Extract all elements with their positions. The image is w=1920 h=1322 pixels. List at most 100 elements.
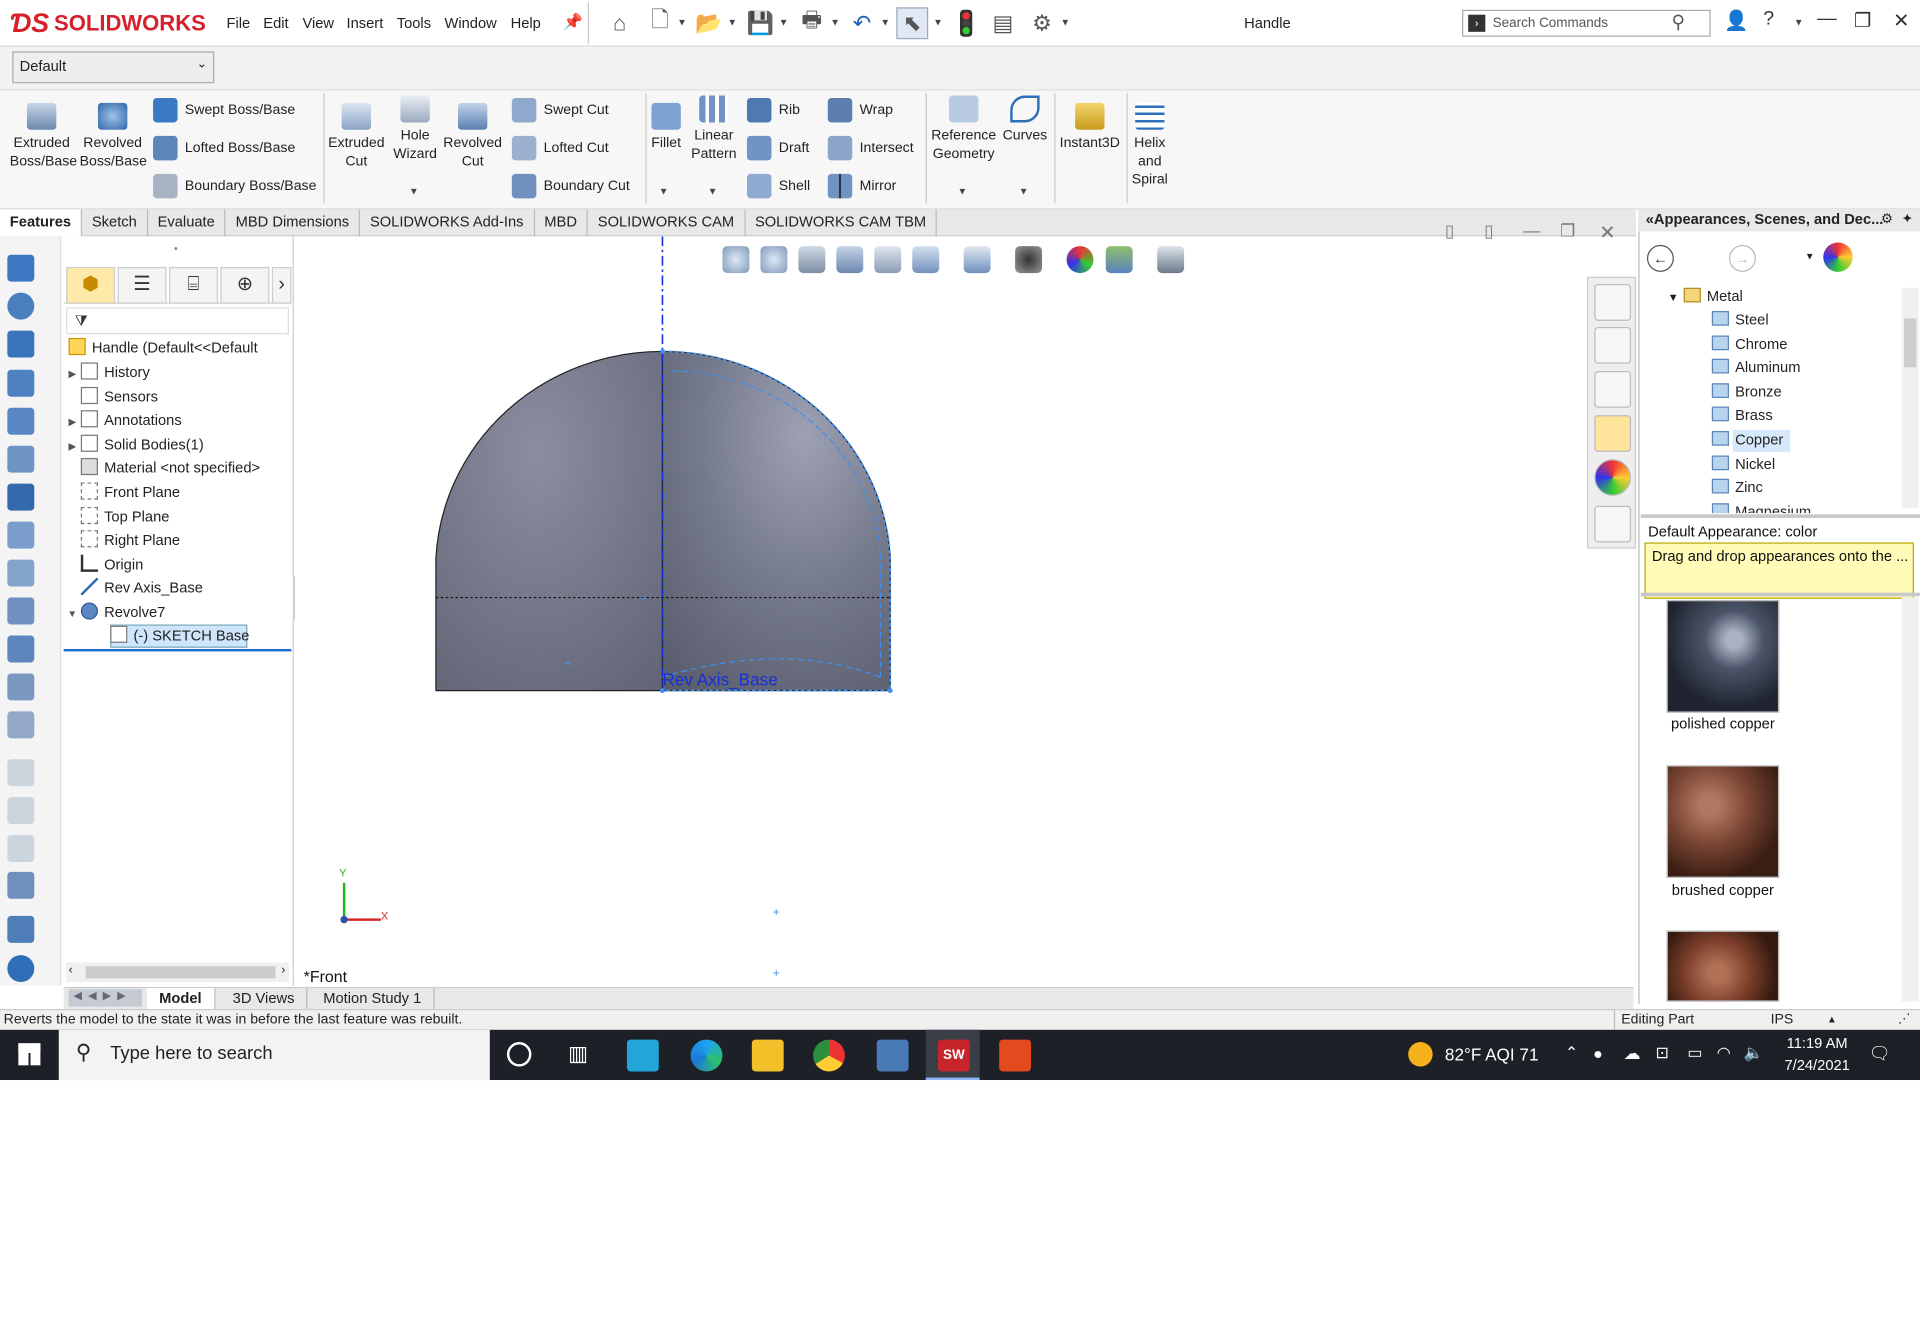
tab-model[interactable]: Model [146,988,216,1009]
save-icon[interactable]: 💾 [744,7,776,39]
chevron-down-icon[interactable]: ▼ [933,17,943,28]
tree-item-rev-axis[interactable]: Rev Axis_Base [64,576,203,600]
tab-3d-views[interactable]: 3D Views [220,988,308,1009]
chevron-down-icon[interactable]: ▼ [1060,17,1070,28]
open-icon[interactable]: 📂 [693,7,725,39]
tree-item-material[interactable]: Material <not specified> [64,456,260,480]
chevron-down-icon[interactable]: ▼ [409,186,419,197]
tree-item-sensors[interactable]: Sensors [64,384,158,408]
chevron-down-icon[interactable]: ▼ [1805,251,1815,262]
notification-icon[interactable]: 🗨 [1869,1043,1891,1064]
minimize-icon[interactable]: — [1523,220,1540,240]
intersect-button[interactable]: Intersect [827,135,914,161]
boundary-cut-button[interactable]: Boundary Cut [511,173,630,199]
menu-help[interactable]: Help [511,15,541,32]
search-input[interactable]: › Search Commands ⚲ [1462,9,1711,37]
view-orientation-icon[interactable] [912,246,940,274]
folder-metal[interactable]: ▼ Metal [1668,285,1743,308]
menu-tools[interactable]: Tools [397,15,431,32]
pane-splitter[interactable] [1640,592,1920,597]
file-explorer-icon[interactable] [751,1039,784,1072]
tab-solidworks-cam-tbm[interactable]: SOLIDWORKS CAM TBM [745,209,938,237]
chevron-up-icon[interactable]: ▲ [1827,1014,1837,1025]
lofted-cut-button[interactable]: Lofted Cut [511,135,609,161]
folder-item-nickel[interactable]: Nickel [1711,453,1775,476]
close-icon[interactable]: ✕ [1599,220,1615,244]
search-icon[interactable]: ⚲ [1671,11,1684,33]
apply-scene-icon[interactable] [1105,246,1133,274]
shell-icon[interactable] [7,673,35,701]
folder-item-zinc[interactable]: Zinc [1711,476,1763,499]
chevron-down-icon[interactable]: ▼ [677,17,687,28]
tree-item-solid-bodies[interactable]: ▶ Solid Bodies(1) [64,432,204,456]
reference-geometry-icon[interactable] [7,871,35,899]
rollback-bar[interactable] [63,648,292,652]
units-select[interactable]: IPS [1771,1013,1794,1028]
tile-left-icon[interactable]: ▯ [1445,220,1454,241]
undo-icon[interactable]: ↶ [846,7,878,39]
swatch-copper-3[interactable] [1666,930,1780,1002]
cortana-icon[interactable] [506,1042,532,1067]
gear-icon[interactable]: ⚙ [1881,211,1893,227]
custom-properties-icon[interactable] [1594,505,1632,543]
chrome-icon[interactable] [813,1039,845,1072]
chevron-down-icon[interactable]: ▼ [779,17,789,28]
view-palette-icon[interactable] [1594,415,1632,452]
hole-wizard-button[interactable]: Hole Wizard [389,95,440,165]
graphics-area[interactable]: + + + + Rev Axis_Base Y X [295,236,1634,986]
curves-button[interactable]: Curves [1002,95,1049,146]
tree-item-annotations[interactable]: ▶ Annotations [64,408,182,432]
dimxpert-tab-icon[interactable]: ⊕ [220,266,270,304]
extruded-boss-button[interactable]: Extruded Boss/Base [10,102,77,172]
zoom-to-area-icon[interactable] [760,246,788,274]
task-view-icon[interactable]: ▥ [568,1042,588,1066]
menu-view[interactable]: View [302,15,334,32]
appearances-icon[interactable] [1594,459,1632,496]
settings-icon[interactable]: ⚙ [1026,7,1058,39]
revolved-boss-button[interactable]: Revolved Boss/Base [80,102,147,172]
tab-sketch[interactable]: Sketch [82,209,148,237]
home-icon[interactable]: ⌂ [604,7,636,39]
tab-motion-study[interactable]: Motion Study 1 [311,988,435,1009]
tree-item-top-plane[interactable]: Top Plane [64,504,169,528]
clock-time[interactable]: 11:19 AM [1780,1035,1853,1052]
swatch-polished-copper[interactable] [1666,600,1780,713]
chevron-down-icon[interactable]: ▼ [727,17,737,28]
folder-item-copper[interactable]: Copper [1711,429,1783,452]
hole-icon[interactable] [7,483,35,511]
folder-item-chrome[interactable]: Chrome [1711,333,1787,356]
teams-icon[interactable] [626,1039,659,1072]
folder-item-magnesium[interactable]: Magnesium [1711,501,1811,514]
hide-show-items-icon[interactable] [1015,246,1043,274]
extrude-icon[interactable] [7,254,35,282]
tabs-scroll-icon[interactable]: › [271,266,292,304]
extruded-cut-button[interactable]: Extruded Cut [328,102,385,172]
appearance-library-icon[interactable] [1823,242,1853,272]
revolved-cut-button[interactable]: Revolved Cut [443,102,502,172]
swatch-brushed-copper[interactable] [1666,765,1780,878]
tab-evaluate[interactable]: Evaluate [148,209,226,237]
tab-mbd-dimensions[interactable]: MBD Dimensions [226,209,361,237]
volume-icon[interactable]: 🔈 [1744,1043,1764,1063]
weather-text[interactable]: 82°F AQI 71 [1445,1044,1539,1064]
tree-item-revolve7[interactable]: ▼ Revolve7 [64,600,165,624]
clock-date[interactable]: 7/24/2021 [1776,1057,1859,1074]
display-style-icon[interactable] [963,246,991,274]
previous-view-icon[interactable] [798,246,826,274]
mirror-button[interactable]: Mirror [827,173,896,199]
tree-horizontal-scrollbar[interactable]: ‹ › [66,962,289,983]
boundary-icon[interactable] [7,407,35,435]
configuration-select[interactable]: Default ⌄ [12,51,215,84]
curves-icon[interactable] [7,915,35,943]
tray-icon[interactable]: ⊡ [1656,1043,1669,1063]
new-document-icon[interactable]: 🗋 [644,7,676,39]
design-library-icon[interactable] [1594,326,1632,364]
rib-button[interactable]: Rib [746,97,800,123]
file-explorer-icon[interactable] [1594,371,1632,408]
loft-icon[interactable] [7,369,35,397]
swatch-scrollbar[interactable] [1901,597,1919,1002]
chevron-up-icon[interactable]: ⌃ [1565,1043,1578,1063]
user-icon[interactable]: 👤 [1724,9,1748,33]
tile-right-icon[interactable]: ▯ [1484,220,1493,241]
panel-grip[interactable]: • [174,242,178,254]
